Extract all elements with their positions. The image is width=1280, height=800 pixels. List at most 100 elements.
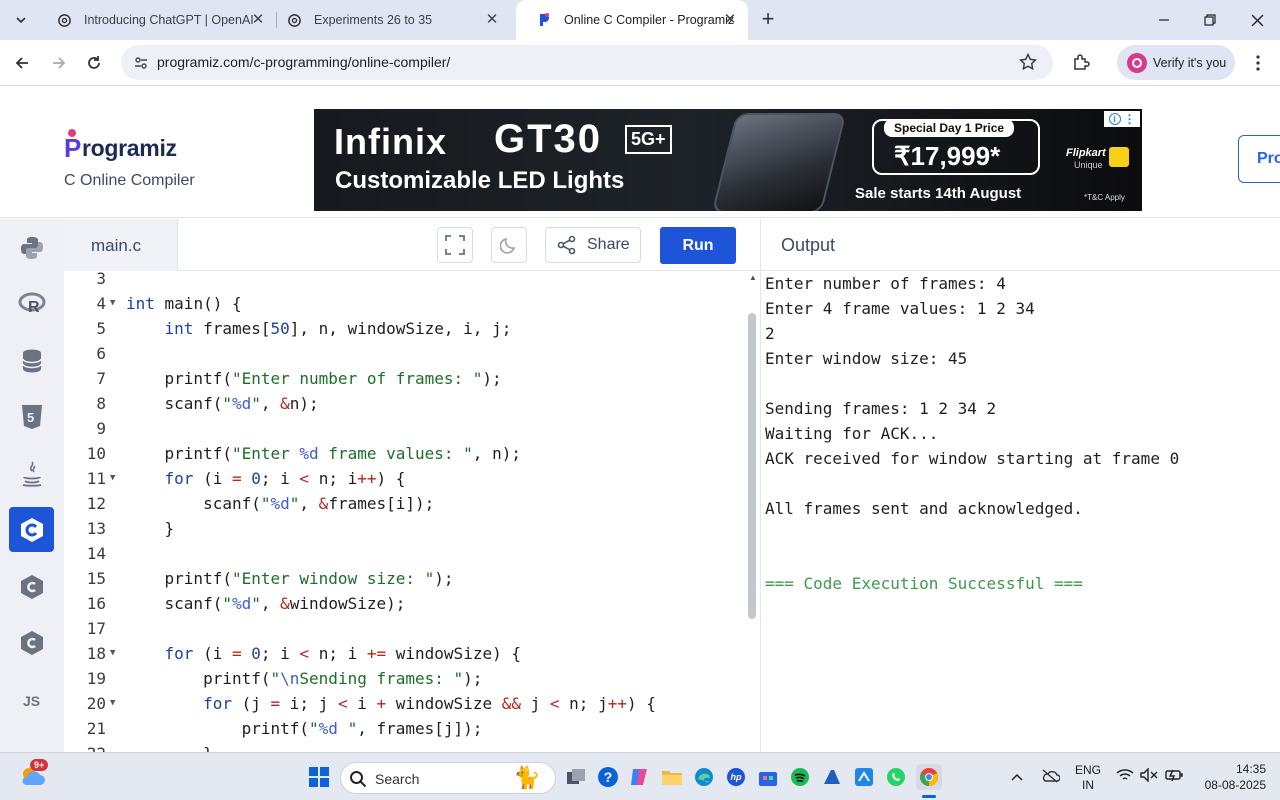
cpp-language-icon[interactable] (9, 564, 54, 609)
scroll-up-arrow[interactable]: ▲ (749, 273, 757, 282)
code-line[interactable]: 17 (64, 616, 744, 641)
fullscreen-button[interactable] (437, 227, 473, 263)
extensions-button[interactable] (1066, 48, 1096, 78)
browser-tab-strip: Introducing ChatGPT | OpenAI ✕ Experimen… (0, 0, 1280, 40)
python-icon[interactable] (9, 225, 54, 270)
code-line[interactable]: 10 printf("Enter %d frame values: ", n); (64, 441, 744, 466)
code-line[interactable]: 18 ▼ for (i = 0; i < n; i += windowSize) … (64, 641, 744, 666)
svg-text:R: R (28, 299, 40, 316)
hp-icon[interactable]: hp (724, 765, 748, 789)
code-line[interactable]: 11 ▼ for (i = 0; i < n; i++) { (64, 466, 744, 491)
code-line[interactable]: 4 ▼ int main() { (64, 291, 744, 316)
line-number: 14 (86, 544, 106, 563)
restore-button[interactable] (1187, 0, 1233, 40)
forward-button[interactable] (44, 48, 74, 78)
task-view-icon[interactable] (564, 765, 588, 789)
javascript-icon[interactable]: JS (9, 678, 54, 723)
file-tab-main-c[interactable]: main.c (64, 219, 178, 271)
menu-button[interactable] (1243, 48, 1273, 78)
weather-widget[interactable]: 9+ (18, 759, 49, 791)
fold-arrow-icon[interactable]: ▼ (110, 691, 115, 716)
profile-verify-button[interactable]: Verify it's you (1117, 45, 1235, 80)
back-button[interactable] (7, 48, 37, 78)
chevron-down-icon (16, 17, 26, 24)
taskbar-search-box[interactable]: Search 🐈 (340, 762, 556, 794)
reload-button[interactable] (79, 48, 109, 78)
sql-database-icon[interactable] (9, 338, 54, 383)
tab-experiments[interactable]: Experiments 26 to 35 ✕ (266, 0, 510, 40)
address-bar[interactable]: programiz.com/c-programming/online-compi… (121, 45, 1053, 80)
close-tab-icon[interactable]: ✕ (722, 12, 738, 28)
ad-info-icon[interactable]: i ⋮ (1104, 111, 1140, 127)
code-line[interactable]: 9 (64, 416, 744, 441)
code-line[interactable]: 5 int frames[50], n, windowSize, i, j; (64, 316, 744, 341)
whatsapp-icon[interactable] (884, 765, 908, 789)
clock-date: 08-08-2025 (1204, 778, 1266, 792)
editor-scrollbar[interactable] (748, 313, 756, 619)
new-tab-button[interactable]: + (756, 8, 780, 32)
file-explorer-icon[interactable] (660, 765, 684, 789)
edge-icon[interactable] (692, 765, 716, 789)
bookmark-star-icon[interactable] (1018, 52, 1038, 76)
ad-retailer: Flipkart (1066, 147, 1106, 159)
puzzle-icon (1074, 54, 1090, 70)
fold-arrow-icon[interactable]: ▼ (110, 466, 115, 491)
spotify-icon[interactable] (788, 765, 812, 789)
minimize-button[interactable] (1141, 0, 1187, 40)
code-line[interactable]: 3 (64, 271, 744, 291)
clock[interactable]: 14:35 08-08-2025 (1196, 761, 1266, 793)
run-button[interactable]: Run (660, 227, 736, 264)
code-line[interactable]: 13 } (64, 516, 744, 541)
java-icon[interactable] (9, 451, 54, 496)
onedrive-icon[interactable] (1040, 768, 1061, 789)
ad-price: ₹17,999* (894, 141, 1001, 171)
code-text: printf("Enter number of frames: "); (126, 369, 502, 388)
close-window-button[interactable] (1234, 0, 1280, 40)
pro-button[interactable]: Pro (1238, 135, 1280, 183)
code-line[interactable]: 7 printf("Enter number of frames: "); (64, 366, 744, 391)
tab-search-button[interactable] (8, 8, 34, 32)
store-icon[interactable] (756, 765, 780, 789)
mail-app-icon[interactable] (820, 765, 844, 789)
wifi-icon[interactable] (1116, 768, 1134, 787)
code-line[interactable]: 6 (64, 341, 744, 366)
code-line[interactable]: 16 scanf("%d", &windowSize); (64, 591, 744, 616)
tab-online-c-compiler[interactable]: Online C Compiler - Programiz ✕ (516, 0, 748, 40)
dark-mode-button[interactable] (491, 227, 527, 263)
language-indicator[interactable]: ENG IN (1072, 763, 1104, 793)
code-line[interactable]: 15 printf("Enter window size: "); (64, 566, 744, 591)
output-console[interactable]: Enter number of frames: 4 Enter 4 frame v… (760, 271, 1280, 752)
volume-muted-icon[interactable] (1140, 767, 1158, 787)
code-line[interactable]: 20 ▼ for (j = i; j < i + windowSize && j … (64, 691, 744, 716)
site-info-icon[interactable] (133, 55, 149, 76)
line-number: 15 (86, 569, 106, 588)
windows-start-icon[interactable] (307, 765, 331, 789)
advertisement-banner[interactable]: Infinix GT30 5G+ Customizable LED Lights… (314, 109, 1142, 211)
close-tab-icon[interactable]: ✕ (250, 12, 266, 28)
code-line[interactable]: 21 printf("%d ", frames[j]); (64, 716, 744, 741)
help-icon[interactable]: ? (596, 765, 620, 789)
r-language-icon[interactable]: R (9, 281, 54, 326)
code-line[interactable]: 14 (64, 541, 744, 566)
fold-arrow-icon[interactable]: ▼ (110, 291, 115, 316)
code-line[interactable]: 12 scanf("%d", &frames[i]); (64, 491, 744, 516)
chrome-icon[interactable] (916, 764, 942, 790)
show-hidden-icons[interactable] (1010, 769, 1024, 787)
html5-icon[interactable]: 5 (9, 394, 54, 439)
code-line[interactable]: 22 } (64, 741, 744, 752)
csharp-language-icon[interactable] (9, 620, 54, 665)
code-line[interactable]: 19 printf("\nSending frames: "); (64, 666, 744, 691)
code-editor[interactable]: 3 4 ▼ int main() {5 int frames[50], n, wind… (64, 271, 760, 752)
battery-icon[interactable] (1164, 767, 1184, 788)
site-header: P rogramiz C Online Compiler Infinix GT3… (0, 87, 1280, 218)
c-language-icon[interactable] (9, 507, 54, 552)
output-line: Waiting for ACK... (765, 424, 939, 443)
app-icon[interactable] (852, 765, 876, 789)
copilot-icon[interactable] (628, 765, 652, 789)
page-subtitle: C Online Compiler (64, 172, 195, 189)
tab-introducing-chatgpt[interactable]: Introducing ChatGPT | OpenAI ✕ (36, 0, 276, 40)
close-tab-icon[interactable]: ✕ (484, 12, 500, 28)
code-line[interactable]: 8 scanf("%d", &n); (64, 391, 744, 416)
share-button[interactable]: Share (545, 227, 641, 263)
fold-arrow-icon[interactable]: ▼ (110, 641, 115, 666)
